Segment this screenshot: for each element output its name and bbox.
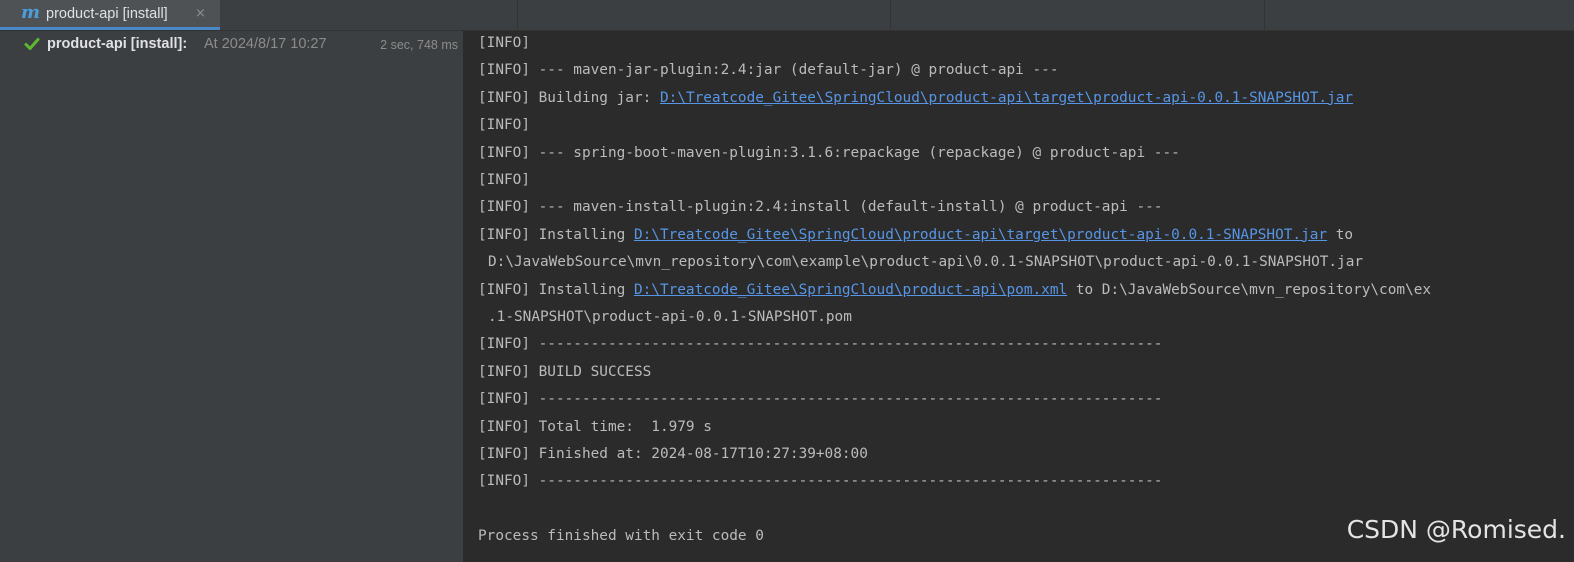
file-path-link[interactable]: D:\Treatcode_Gitee\SpringCloud\product-a… (634, 282, 1067, 298)
build-title: product-api [install]: (47, 36, 188, 52)
console-line: [INFO] (478, 172, 530, 188)
console-line: [INFO] --- maven-jar-plugin:2.4:jar (def… (478, 62, 1059, 79)
check-icon (24, 38, 40, 50)
console-line: [INFO] Installing D:\Treatcode_Gitee\Spr… (478, 225, 1353, 245)
build-tree-item[interactable]: product-api [install]: At 2024/8/17 10:2… (0, 31, 463, 57)
close-icon[interactable]: × (195, 6, 206, 22)
console-line-text: [INFO] Installing (478, 281, 634, 298)
console-line: [INFO] ---------------------------------… (478, 473, 1163, 490)
console-line: [INFO] Building jar: D:\Treatcode_Gitee\… (478, 88, 1353, 108)
run-tab-bar: m product-api [install] × (0, 0, 1574, 31)
console-line: .1-SNAPSHOT\product-api-0.0.1-SNAPSHOT.p… (488, 309, 852, 325)
maven-icon: m (21, 2, 41, 23)
build-duration: 2 sec, 748 ms (380, 38, 458, 52)
console-line-text: to D:\JavaWebSource\mvn_repository\com\e… (1067, 281, 1432, 298)
console-line: Process finished with exit code 0 (478, 528, 764, 545)
console-line: [INFO] Total time: 1.979 s (478, 418, 712, 435)
tab-divider (517, 0, 518, 30)
file-path-link[interactable]: D:\Treatcode_Gitee\SpringCloud\product-a… (660, 90, 1353, 106)
file-path-link[interactable]: D:\Treatcode_Gitee\SpringCloud\product-a… (634, 227, 1327, 243)
console-line-text: [INFO] Building jar: (478, 89, 660, 106)
console-line: [INFO] --- maven-install-plugin:2.4:inst… (478, 199, 1163, 216)
console-line: [INFO] Finished at: 2024-08-17T10:27:39+… (478, 446, 868, 462)
tab-divider (890, 0, 891, 30)
console-line: [INFO] ---------------------------------… (478, 391, 1163, 408)
console-line: [INFO] BUILD SUCCESS (478, 363, 652, 380)
tab-label: product-api [install] (46, 6, 168, 22)
console-line: [INFO] (478, 117, 530, 134)
console-line-text: [INFO] Installing (478, 226, 634, 243)
console-line: D:\JavaWebSource\mvn_repository\com\exam… (488, 254, 1364, 271)
console-line: [INFO] (478, 35, 530, 51)
console-line: [INFO] Installing D:\Treatcode_Gitee\Spr… (478, 280, 1431, 300)
run-tab-product-api-install[interactable]: m product-api [install] × (0, 0, 220, 30)
console-line: [INFO] ---------------------------------… (478, 336, 1163, 353)
console-line-text: to (1327, 226, 1354, 243)
active-tab-indicator (0, 27, 220, 30)
console-line: [INFO] --- spring-boot-maven-plugin:3.1.… (478, 144, 1180, 161)
build-timestamp: At 2024/8/17 10:27 (204, 36, 327, 52)
run-tool-window: m product-api [install] × product-api [i… (0, 0, 1574, 562)
build-tree-panel: product-api [install]: At 2024/8/17 10:2… (0, 31, 463, 562)
console-output[interactable]: [INFO] [INFO] --- maven-jar-plugin:2.4:ja… (464, 31, 1574, 562)
tab-divider (1264, 0, 1265, 30)
watermark: CSDN @Romised. (1346, 515, 1566, 544)
